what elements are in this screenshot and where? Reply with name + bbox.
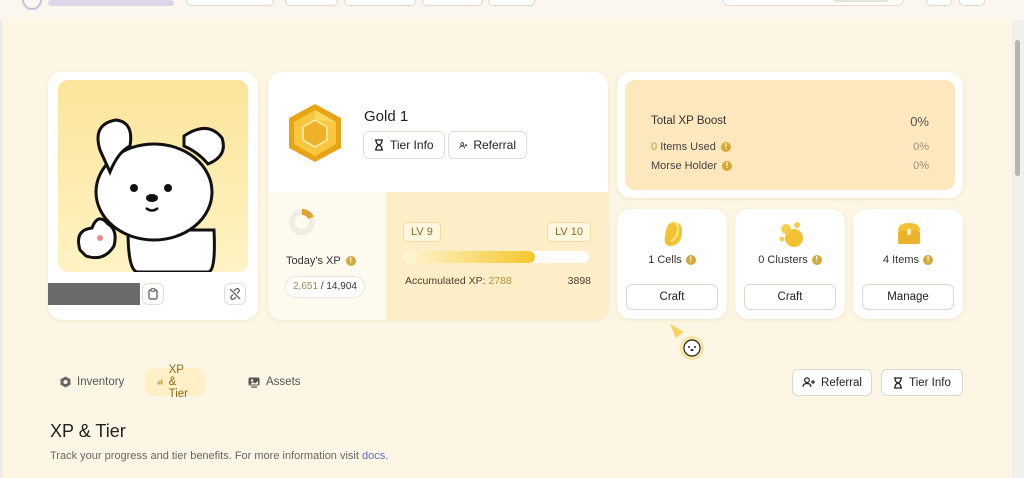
- todays-xp-current: 2,651: [293, 281, 319, 292]
- info-icon[interactable]: !: [923, 255, 934, 265]
- app-logo-icon[interactable]: [22, 0, 42, 10]
- items-used-row: 0 Items Used !: [651, 141, 731, 153]
- todays-xp-panel: Today's XP ! 2,651 / 14,904: [268, 192, 386, 320]
- current-level-badge: LV 9: [403, 222, 441, 242]
- craft-clusters-button[interactable]: Craft: [744, 284, 836, 310]
- referral-action-button[interactable]: Referral: [792, 369, 872, 396]
- tab-assets-label: Assets: [266, 376, 301, 388]
- xp-boost-panel: Total XP Boost 0% 0 Items Used ! 0% Mors…: [625, 80, 955, 190]
- top-navigation-bar: [0, 0, 1024, 20]
- todays-xp-donut: [289, 209, 315, 235]
- nav-button[interactable]: [488, 0, 535, 6]
- hourglass-icon: [894, 376, 903, 389]
- tier-info-action-label: Tier Info: [909, 376, 951, 389]
- add-user-icon: [459, 141, 468, 148]
- todays-xp-max: 14,904: [326, 281, 357, 292]
- morse-holder-row: Morse Holder !: [651, 160, 733, 172]
- todays-xp-label-row: Today's XP !: [286, 255, 356, 267]
- info-icon[interactable]: !: [722, 161, 733, 171]
- unlink-icon: [229, 288, 241, 300]
- tier-card: Gold 1 Tier Info Referral Today's XP ! 2…: [268, 72, 608, 320]
- referral-button[interactable]: Referral: [448, 131, 527, 159]
- clusters-card: 0 Clusters! Craft: [735, 209, 845, 319]
- level-progress-fill: [403, 251, 536, 263]
- page-description-end: .: [385, 450, 389, 462]
- xp-boost-card: Total XP Boost 0% 0 Items Used ! 0% Mors…: [617, 72, 963, 198]
- tab-inventory[interactable]: Inventory: [48, 368, 136, 396]
- items-used-value: 0%: [913, 141, 929, 153]
- scrollbar[interactable]: [1012, 20, 1024, 478]
- clipboard-icon: [148, 288, 158, 300]
- morse-holder-label: Morse Holder: [651, 160, 718, 172]
- tier-info-action-button[interactable]: Tier Info: [881, 369, 963, 396]
- level-target-xp: 3898: [567, 275, 591, 287]
- bar-chart-icon: [157, 379, 163, 385]
- accumulated-xp-text: Accumulated XP:: [405, 275, 486, 287]
- tab-inventory-label: Inventory: [77, 376, 125, 388]
- nav-button[interactable]: [285, 0, 338, 6]
- gold-tier-badge-icon: [289, 104, 341, 162]
- scrollbar-thumb[interactable]: [1015, 40, 1020, 176]
- todays-xp-label: Today's XP: [286, 255, 341, 267]
- todays-xp-value: 2,651 / 14,904: [285, 276, 365, 298]
- header-icon-button[interactable]: [926, 0, 952, 6]
- tier-name: Gold 1: [364, 108, 409, 125]
- info-icon[interactable]: !: [345, 256, 356, 266]
- profile-card: [48, 72, 258, 320]
- nav-button[interactable]: [344, 0, 416, 6]
- cells-label: 1 Cells: [648, 254, 682, 266]
- image-icon: [248, 377, 260, 388]
- dog-avatar-icon: [77, 118, 225, 272]
- items-used-label: Items Used: [660, 141, 716, 153]
- cell-icon: [664, 221, 683, 246]
- items-label-row: 4 Items!: [853, 254, 963, 266]
- nav-button[interactable]: [422, 0, 483, 6]
- manage-items-button[interactable]: Manage: [862, 284, 954, 310]
- info-icon[interactable]: !: [811, 255, 822, 265]
- referral-action-label: Referral: [821, 376, 862, 389]
- page-description-text: Track your progress and tier benefits. F…: [50, 450, 362, 462]
- hourglass-icon: [375, 139, 383, 151]
- tier-info-label: Tier Info: [390, 138, 434, 152]
- cluster-icon: [779, 222, 803, 247]
- morse-holder-value: 0%: [913, 160, 929, 172]
- info-icon[interactable]: !: [720, 142, 731, 152]
- next-level-badge: LV 10: [547, 222, 591, 242]
- clusters-label: 0 Clusters: [758, 254, 808, 266]
- docs-link[interactable]: docs: [362, 450, 385, 462]
- unlink-button[interactable]: [224, 283, 246, 305]
- tab-assets[interactable]: Assets: [236, 368, 313, 396]
- cells-card: 1 Cells! Craft: [617, 209, 727, 319]
- header-icon-button[interactable]: [959, 0, 985, 6]
- tab-xp-tier[interactable]: XP & Tier: [145, 364, 206, 400]
- hexagon-icon: [60, 376, 71, 388]
- page-description: Track your progress and tier benefits. F…: [50, 450, 388, 462]
- clusters-label-row: 0 Clusters!: [735, 254, 845, 266]
- total-xp-boost-label: Total XP Boost: [651, 115, 727, 127]
- info-icon[interactable]: !: [685, 255, 696, 265]
- items-card: 4 Items! Manage: [853, 209, 963, 319]
- tier-info-button[interactable]: Tier Info: [363, 131, 445, 159]
- level-panel: LV 9 LV 10 Accumulated XP: 2788 3898: [386, 192, 608, 320]
- cells-label-row: 1 Cells!: [617, 254, 727, 266]
- referral-label: Referral: [473, 138, 516, 152]
- accumulated-xp-value: 2788: [488, 275, 512, 287]
- total-xp-boost-value: 0%: [910, 114, 929, 129]
- items-used-count: 0: [651, 141, 658, 153]
- app-logo-text: [48, 0, 174, 6]
- avatar: [58, 80, 248, 272]
- craft-cells-button[interactable]: Craft: [626, 284, 718, 310]
- accumulated-xp-label: Accumulated XP: 2788: [405, 275, 512, 287]
- wallet-address-redacted: [48, 283, 140, 305]
- wallet-status-pill[interactable]: [722, 0, 904, 6]
- page-title: XP & Tier: [50, 421, 126, 441]
- add-user-icon: [802, 377, 816, 388]
- nav-button[interactable]: [186, 0, 274, 6]
- tab-xp-tier-label: XP & Tier: [168, 364, 189, 400]
- mascot-icon[interactable]: [668, 322, 708, 362]
- treasure-chest-icon: [898, 223, 920, 244]
- items-label: 4 Items: [882, 254, 920, 266]
- copy-address-button[interactable]: [142, 283, 164, 305]
- level-progress-bar: [403, 251, 589, 263]
